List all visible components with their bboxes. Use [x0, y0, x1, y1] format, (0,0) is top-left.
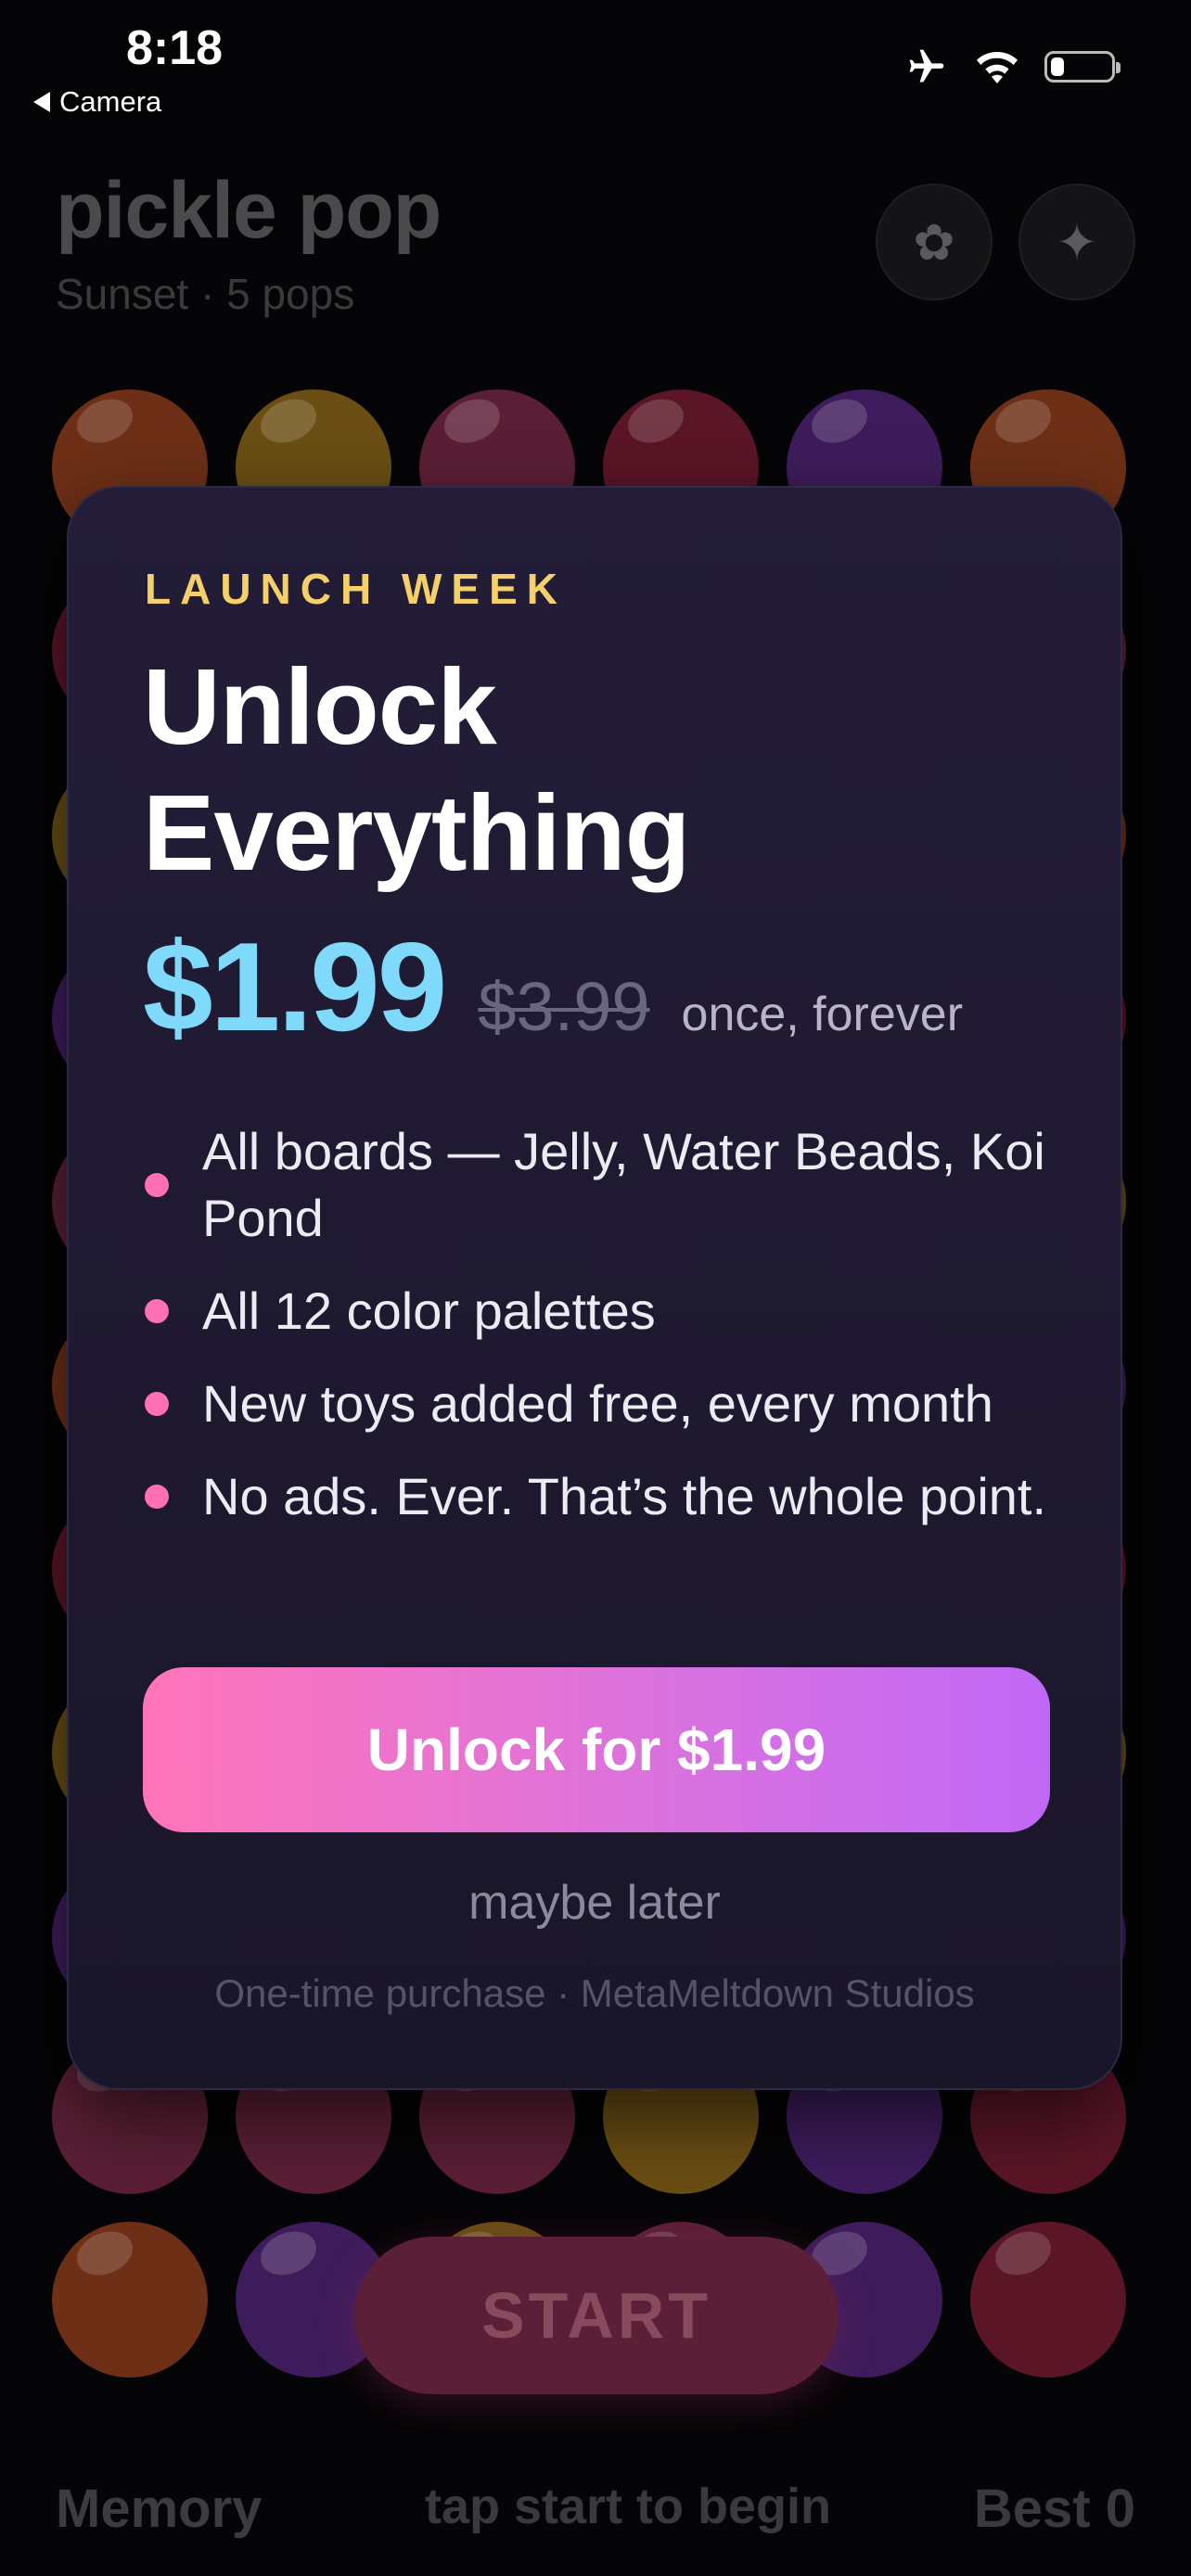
- original-price: $3.99: [478, 968, 650, 1045]
- unlock-purchase-button[interactable]: Unlock for $1.99: [143, 1667, 1050, 1832]
- feature-item: All 12 color palettes: [143, 1278, 1070, 1345]
- start-button[interactable]: START: [354, 2237, 839, 2394]
- start-hint: tap start to begin: [425, 2479, 832, 2534]
- best-score: Best 0: [973, 2479, 1135, 2539]
- sparkle-button[interactable]: ✦: [1018, 184, 1135, 300]
- modal-headline: Unlock Everything: [143, 646, 690, 893]
- airplane-icon: [909, 49, 944, 83]
- bullet-dot-icon: [145, 1392, 169, 1416]
- mode-label[interactable]: Memory: [56, 2478, 262, 2540]
- feature-item: No ads. Ever. That’s the whole point.: [143, 1463, 1070, 1530]
- back-chevron-icon: [33, 92, 50, 112]
- feature-item: New toys added free, every month: [143, 1371, 1070, 1437]
- price-row: $1.99 $3.99 once, forever: [143, 914, 963, 1059]
- back-to-camera-link[interactable]: Camera: [33, 85, 161, 119]
- feature-list: All boards — Jelly, Water Beads, Koi Pon…: [143, 1118, 1070, 1556]
- palette-button[interactable]: ✿: [876, 184, 992, 300]
- bubble[interactable]: [970, 2222, 1126, 2378]
- price-note: once, forever: [681, 988, 964, 1041]
- maybe-later-link[interactable]: maybe later: [69, 1875, 1121, 1931]
- status-icons: [903, 46, 1121, 87]
- bubble[interactable]: [52, 2222, 208, 2378]
- launch-week-eyebrow: LAUNCH WEEK: [145, 565, 567, 613]
- fine-print: One-time purchase · MetaMeltdown Studios: [214, 1971, 975, 2015]
- bullet-dot-icon: [145, 1485, 169, 1509]
- bullet-dot-icon: [145, 1173, 169, 1197]
- sparkle-icon: ✦: [1056, 214, 1098, 271]
- status-time: 8:18: [126, 21, 224, 75]
- app-title: pickle pop: [56, 166, 442, 255]
- back-label: Camera: [59, 85, 162, 118]
- wifi-icon: [977, 52, 1018, 83]
- flower-icon: ✿: [913, 214, 955, 271]
- sale-price: $1.99: [143, 916, 447, 1057]
- battery-icon: [1044, 51, 1121, 83]
- app-subtitle: Sunset · 5 pops: [56, 270, 355, 318]
- unlock-modal: LAUNCH WEEK Unlock Everything $1.99 $3.9…: [67, 486, 1122, 2090]
- feature-item: All boards — Jelly, Water Beads, Koi Pon…: [143, 1118, 1070, 1252]
- bullet-dot-icon: [145, 1299, 169, 1323]
